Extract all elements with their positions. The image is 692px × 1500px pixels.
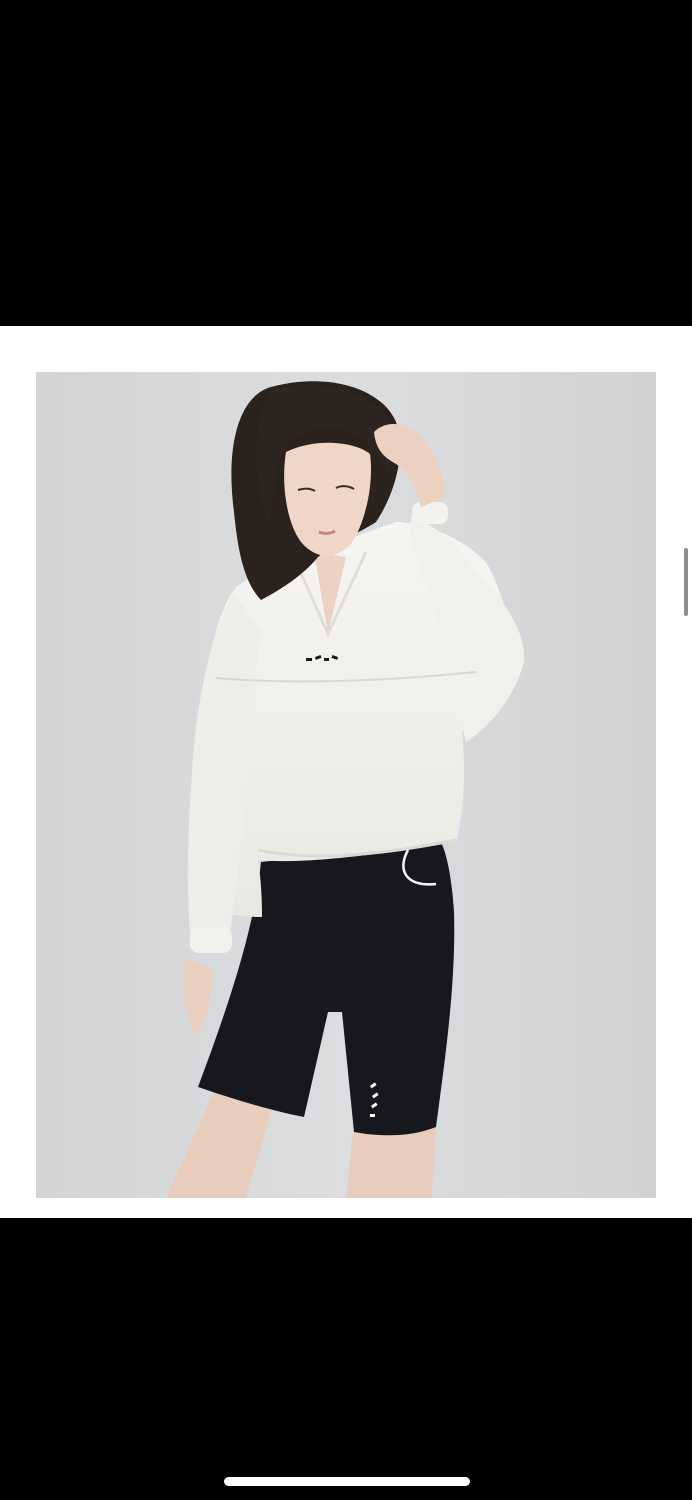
image-card[interactable] — [0, 326, 692, 1218]
image-viewer-screen — [0, 0, 692, 1500]
scroll-indicator-icon[interactable] — [684, 548, 688, 616]
home-indicator-icon[interactable] — [224, 1477, 470, 1486]
model-photo-icon — [36, 372, 656, 1198]
product-photo[interactable] — [36, 372, 656, 1198]
